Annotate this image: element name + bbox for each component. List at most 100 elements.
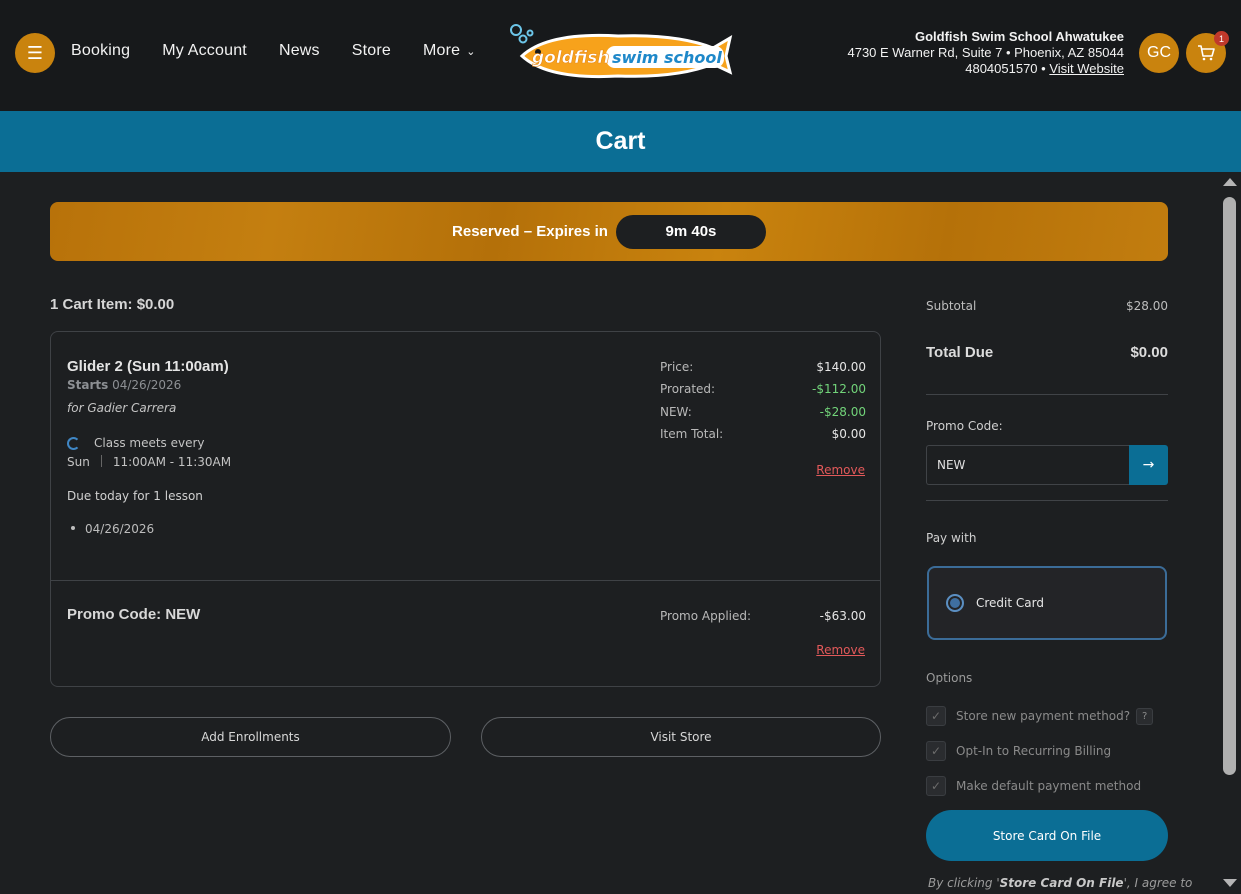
- school-info: Goldfish Swim School Ahwatukee 4730 E Wa…: [847, 29, 1124, 77]
- cart-count-badge: 1: [1214, 31, 1229, 46]
- class-time: 11:00AM - 11:30AM: [112, 455, 232, 469]
- recurring-billing-checkbox[interactable]: ✓: [926, 741, 946, 761]
- school-address: 4730 E Warner Rd, Suite 7 • Phoenix, AZ …: [847, 45, 1124, 60]
- subtotal-label: Subtotal: [926, 299, 977, 313]
- new-discount-value: -$28.00: [819, 404, 866, 419]
- card-divider: [51, 580, 880, 581]
- default-payment-option[interactable]: ✓ Make default payment method: [926, 776, 1141, 796]
- item-start-date: Starts 04/26/2026: [67, 378, 181, 392]
- shopping-cart-icon: [1198, 45, 1215, 61]
- item-total-label: Item Total:: [660, 426, 724, 441]
- remove-promo-link[interactable]: Remove: [816, 643, 865, 657]
- reservation-timer: 9m 40s: [615, 214, 766, 249]
- price-breakdown: Price: $140.00 Prorated: -$112.00 NEW: -…: [660, 360, 866, 449]
- class-day: Sun: [67, 455, 90, 469]
- top-header: ☰ Booking My Account News Store More ⌄ go…: [0, 0, 1241, 111]
- subtotal-row: Subtotal $28.00: [926, 299, 1168, 313]
- nav-news[interactable]: News: [279, 42, 320, 60]
- school-phone[interactable]: 4804051570: [965, 61, 1037, 76]
- visit-website-link[interactable]: Visit Website: [1049, 61, 1124, 76]
- price-value: $140.00: [816, 360, 866, 374]
- arrow-right-icon: →: [1142, 457, 1155, 473]
- chevron-down-icon: ⌄: [466, 46, 476, 58]
- class-schedule: Sun 11:00AM - 11:30AM: [67, 455, 231, 469]
- recurring-billing-option[interactable]: ✓ Opt-In to Recurring Billing: [926, 741, 1111, 761]
- nav-store[interactable]: Store: [352, 42, 391, 60]
- total-due-value: $0.00: [1130, 344, 1168, 361]
- nav-more-label: More: [423, 42, 461, 59]
- hamburger-menu-button[interactable]: ☰: [15, 33, 55, 73]
- total-due-label: Total Due: [926, 344, 994, 361]
- remove-item-link[interactable]: Remove: [816, 463, 865, 477]
- starts-label: Starts: [67, 378, 109, 392]
- add-enrollments-button[interactable]: Add Enrollments: [50, 717, 451, 757]
- lesson-date-item: 04/26/2026: [71, 522, 154, 536]
- credit-card-radio[interactable]: [946, 594, 964, 612]
- item-total-row: Item Total: $0.00: [660, 427, 866, 449]
- scrollbar-thumb[interactable]: [1223, 197, 1236, 775]
- lesson-date: 04/26/2026: [85, 522, 155, 536]
- price-row: Price: $140.00: [660, 360, 866, 382]
- apply-promo-button[interactable]: →: [1129, 445, 1168, 485]
- price-label: Price:: [660, 360, 694, 374]
- promo-applied-value: -$63.00: [819, 609, 866, 623]
- prorated-label: Prorated:: [660, 382, 716, 397]
- subtotal-value: $28.00: [1126, 299, 1168, 313]
- store-payment-option[interactable]: ✓ Store new payment method? ?: [926, 706, 1154, 726]
- item-total-value: $0.00: [831, 426, 866, 441]
- promo-code-input[interactable]: NEW: [926, 445, 1129, 485]
- cart-item-summary: 1 Cart Item: $0.00: [50, 296, 175, 313]
- svg-text:goldfish: goldfish: [532, 48, 609, 68]
- schedule-divider: [100, 455, 102, 467]
- scroll-down-arrow-icon[interactable]: [1223, 879, 1237, 887]
- nav-booking[interactable]: Booking: [71, 42, 130, 60]
- help-icon[interactable]: ?: [1136, 707, 1154, 725]
- pay-with-label: Pay with: [926, 531, 977, 545]
- store-payment-checkbox[interactable]: ✓: [926, 706, 946, 726]
- summary-divider: [926, 394, 1168, 395]
- store-payment-label: Store new payment method?: [956, 709, 1131, 723]
- reservation-label: Reserved – Expires in: [452, 223, 608, 240]
- nav-my-account[interactable]: My Account: [162, 42, 247, 60]
- item-student: for Gadier Carrera: [67, 401, 177, 415]
- starts-date: 04/26/2026: [112, 378, 182, 392]
- hamburger-icon: ☰: [26, 42, 44, 64]
- class-meets-label: Class meets every: [94, 436, 205, 450]
- due-today-text: Due today for 1 lesson: [67, 489, 203, 503]
- payment-method-label: Credit Card: [976, 596, 1044, 610]
- promo-applied-label: Promo Applied:: [660, 609, 752, 623]
- agreement-text: By clicking 'Store Card On File', I agre…: [928, 876, 1192, 890]
- phone-separator: •: [1037, 61, 1050, 76]
- item-title: Glider 2 (Sun 11:00am): [67, 358, 229, 375]
- user-avatar[interactable]: GC: [1139, 33, 1179, 73]
- main-nav: Booking My Account News Store More ⌄: [71, 42, 508, 60]
- store-card-on-file-button[interactable]: Store Card On File: [926, 810, 1168, 861]
- school-name: Goldfish Swim School Ahwatukee: [915, 29, 1124, 44]
- new-discount-row: NEW: -$28.00: [660, 405, 866, 427]
- promo-code-title: Promo Code: NEW: [67, 606, 201, 623]
- page-title-bar: Cart: [0, 111, 1241, 172]
- agree-bold: Store Card On File: [999, 876, 1124, 890]
- page-title: Cart: [595, 127, 646, 155]
- new-discount-label: NEW:: [660, 404, 692, 419]
- visit-store-button[interactable]: Visit Store: [481, 717, 881, 757]
- payment-option-credit-card[interactable]: Credit Card: [927, 566, 1167, 640]
- promo-code-label: Promo Code:: [926, 419, 1003, 433]
- bullet: [71, 526, 75, 530]
- agree-suffix: ', I agree to: [1123, 876, 1193, 890]
- promo-divider: [926, 500, 1168, 501]
- cart-item-card: Glider 2 (Sun 11:00am) Starts 04/26/2026…: [50, 331, 881, 687]
- options-label: Options: [926, 671, 973, 685]
- prorated-value: -$112.00: [812, 382, 866, 397]
- default-payment-checkbox[interactable]: ✓: [926, 776, 946, 796]
- total-due-row: Total Due $0.00: [926, 344, 1168, 361]
- recurring-billing-label: Opt-In to Recurring Billing: [956, 744, 1112, 758]
- goldfish-swim-school-logo[interactable]: goldfish swim school: [508, 22, 733, 82]
- svg-text:swim school: swim school: [612, 48, 722, 67]
- promo-applied-row: Promo Applied: -$63.00: [660, 609, 866, 623]
- default-payment-label: Make default payment method: [956, 779, 1142, 793]
- recurring-icon: [67, 436, 80, 450]
- scroll-up-arrow-icon[interactable]: [1223, 178, 1237, 186]
- class-meets: Class meets every: [67, 436, 205, 450]
- nav-more[interactable]: More ⌄: [423, 42, 476, 60]
